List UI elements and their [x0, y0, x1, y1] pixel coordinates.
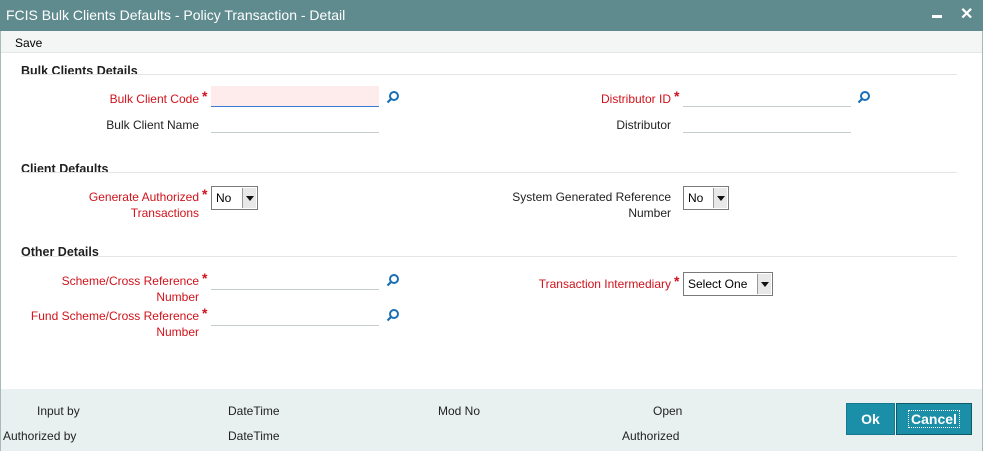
distributor-id-label: Distributor ID — [600, 92, 671, 106]
required-marker: * — [202, 305, 208, 321]
section-divider — [21, 256, 957, 257]
scheme-ref-input[interactable] — [211, 269, 379, 290]
window-title: FCIS Bulk Clients Defaults - Policy Tran… — [6, 7, 346, 23]
section-divider — [21, 172, 957, 173]
distributor-input[interactable] — [683, 112, 851, 133]
distributor-label: Distributor — [616, 118, 671, 132]
menu-bar: Save — [1, 31, 982, 53]
transaction-intermediary-select[interactable]: Select One — [683, 272, 773, 296]
fund-scheme-ref-label: Fund Scheme/Cross Reference Number — [30, 309, 199, 339]
authorized-status-label: Authorized — [622, 429, 680, 443]
datetime-label: DateTime — [228, 404, 280, 418]
required-marker: * — [202, 186, 208, 202]
bulk-client-code-input[interactable] — [211, 86, 379, 107]
audit-footer: Input by Authorized by DateTime DateTime… — [1, 389, 982, 451]
distributor-id-input[interactable] — [683, 86, 851, 107]
bulk-client-name-input[interactable] — [211, 112, 379, 133]
chevron-down-icon[interactable] — [242, 188, 256, 208]
title-bar: FCIS Bulk Clients Defaults - Policy Tran… — [0, 0, 983, 31]
minimize-icon[interactable] — [930, 5, 944, 25]
save-menu-item[interactable]: Save — [15, 36, 42, 50]
section-client-defaults: Client Defaults — [21, 162, 109, 176]
required-marker: * — [674, 273, 680, 289]
search-icon[interactable] — [386, 90, 400, 104]
authorized-by-label: Authorized by — [3, 429, 77, 443]
search-icon[interactable] — [857, 90, 871, 104]
system-generated-ref-select[interactable]: No — [683, 186, 729, 210]
generate-authorized-select[interactable]: No — [211, 186, 258, 210]
detail-window: Save Bulk Clients Details Bulk Client Co… — [0, 31, 983, 451]
generate-authorized-label: Generate Authorized Transactions — [88, 190, 199, 220]
close-icon[interactable]: ✕ — [960, 5, 974, 25]
transaction-intermediary-label: Transaction Intermediary — [538, 277, 671, 291]
required-marker: * — [202, 88, 208, 104]
chevron-down-icon[interactable] — [713, 188, 727, 208]
open-status-label: Open — [653, 404, 683, 418]
input-by-label: Input by — [37, 404, 80, 418]
mod-no-label: Mod No — [438, 404, 481, 418]
section-bulk-clients-details: Bulk Clients Details — [21, 64, 138, 78]
bulk-client-code-label: Bulk Client Code — [109, 92, 199, 106]
system-generated-ref-label: System Generated Reference Number — [512, 190, 671, 220]
section-divider — [21, 74, 957, 75]
required-marker: * — [674, 88, 680, 104]
scheme-ref-label: Scheme/Cross Reference Number — [61, 274, 199, 304]
search-icon[interactable] — [386, 273, 400, 287]
bulk-client-name-label: Bulk Client Name — [106, 118, 199, 132]
ok-button[interactable]: Ok — [846, 403, 895, 435]
required-marker: * — [202, 270, 208, 286]
fund-scheme-ref-input[interactable] — [211, 305, 379, 326]
chevron-down-icon[interactable] — [757, 274, 771, 294]
datetime-label: DateTime — [228, 429, 280, 443]
cancel-button[interactable]: Cancel — [896, 403, 972, 435]
search-icon[interactable] — [386, 308, 400, 322]
